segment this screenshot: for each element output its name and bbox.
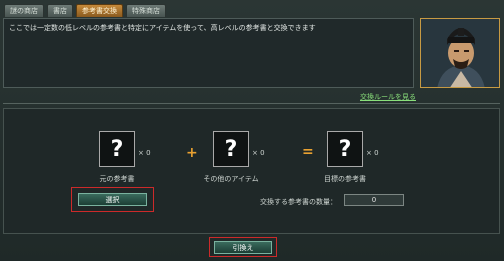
npc-portrait	[420, 18, 500, 88]
source-book-label: 元の参考書	[99, 175, 135, 183]
tab-bar: 謎の商店 書店 参考書交換 特殊商店	[4, 4, 166, 18]
portrait-image	[421, 19, 499, 87]
exchange-window: 謎の商店 書店 参考書交換 特殊商店 ここでは一定数の低レベルの参考書と特定にア…	[0, 0, 504, 261]
source-book-count: × 0	[138, 149, 151, 157]
description-box: ここでは一定数の低レベルの参考書と特定にアイテムを使って、高レベルの参考書と交換…	[3, 18, 414, 88]
exchange-rules-link[interactable]: 交換ルールを見る	[360, 92, 416, 102]
other-item-label: その他のアイテム	[203, 175, 259, 183]
select-button[interactable]: 選択	[78, 193, 147, 206]
section-divider	[3, 103, 500, 104]
exchange-button[interactable]: 引換え	[214, 241, 272, 254]
tab-special-shop[interactable]: 特殊商店	[126, 4, 166, 17]
tab-bookstore[interactable]: 書店	[47, 4, 73, 17]
quantity-input[interactable]: 0	[344, 194, 404, 206]
target-book-count: × 0	[366, 149, 379, 157]
target-book-label: 目標の参考書	[324, 175, 366, 183]
tab-reference-exchange[interactable]: 参考書交換	[76, 4, 123, 17]
tab-mystery-shop[interactable]: 謎の商店	[4, 4, 44, 17]
other-item-slot[interactable]: ?	[213, 131, 249, 167]
equals-icon: =	[302, 144, 314, 160]
target-book-slot[interactable]: ?	[327, 131, 363, 167]
source-book-slot[interactable]: ?	[99, 131, 135, 167]
plus-icon: +	[186, 145, 198, 161]
quantity-label: 交換する参考書の数量：	[260, 198, 337, 206]
other-item-count: × 0	[252, 149, 265, 157]
exchange-panel	[3, 108, 500, 234]
description-text: ここでは一定数の低レベルの参考書と特定にアイテムを使って、高レベルの参考書と交換…	[9, 24, 316, 32]
